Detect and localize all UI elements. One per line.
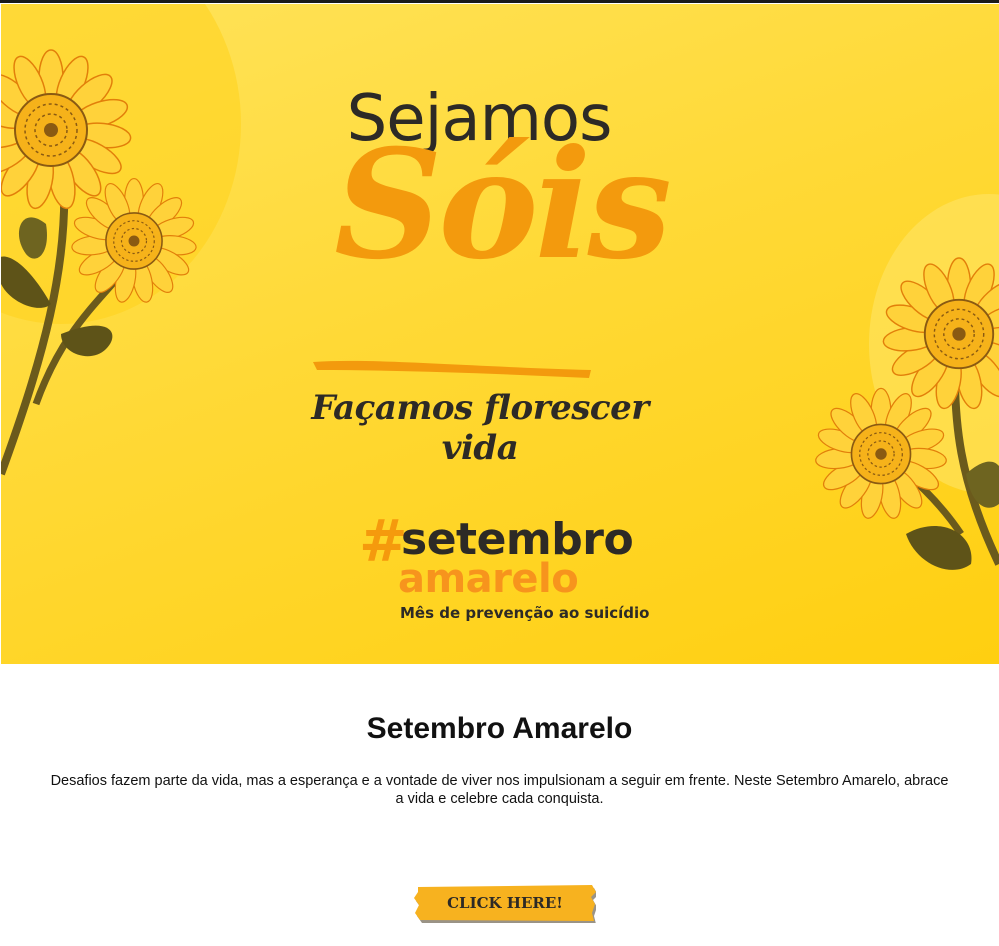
description: Desafios fazem parte da vida, mas a espe… <box>0 772 999 808</box>
description-line-2: a vida e celebre cada conquista. <box>395 791 604 807</box>
description-line-1: Desafios fazem parte da vida, mas a espe… <box>50 773 949 789</box>
click-here-button[interactable]: CLICK HERE! <box>414 883 596 923</box>
headline-sois: Sóis <box>334 117 672 293</box>
top-divider <box>0 0 999 3</box>
hashtag-amarelo: amarelo <box>398 556 579 602</box>
campaign-subtitle: Mês de prevenção ao suicídio <box>400 604 650 622</box>
tagline: Façamos florescer vida <box>311 388 649 468</box>
click-here-label: CLICK HERE! <box>447 894 563 912</box>
brush-stroke-underline <box>313 360 591 378</box>
section-title: Setembro Amarelo <box>366 712 633 745</box>
hero-banner: Sejamos Sóis Façamos florescer vida # se… <box>1 4 999 664</box>
